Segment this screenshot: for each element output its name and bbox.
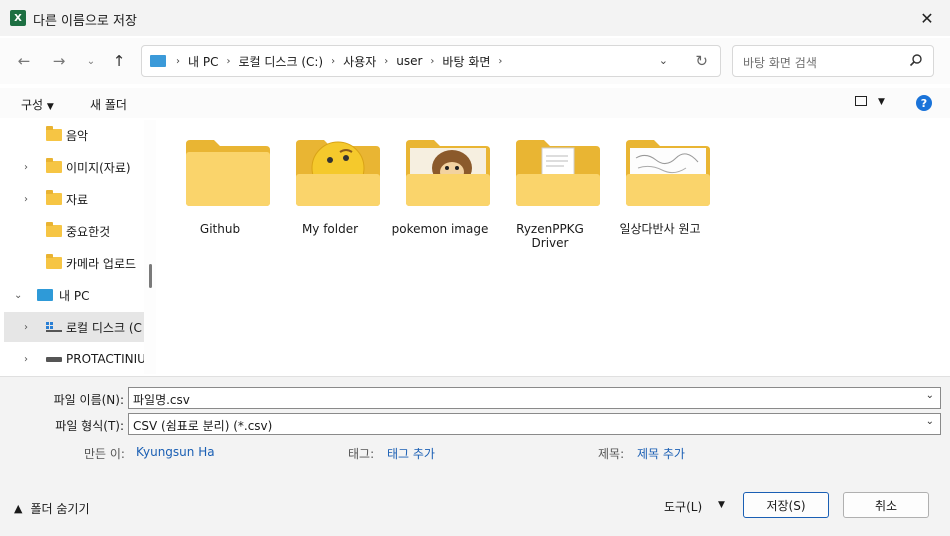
- sidebar-scroll-thumb[interactable]: [149, 264, 152, 288]
- folder-image-preview-icon: [406, 140, 490, 206]
- search-input[interactable]: 바탕 화면 검색: [732, 45, 934, 77]
- windows-drive-icon: [46, 322, 62, 332]
- arrow-left-icon: ←: [17, 52, 31, 70]
- tools-button[interactable]: 도구(L): [664, 498, 702, 515]
- filetype-label: 파일 형식(T):: [55, 419, 124, 433]
- folder-icon: [46, 222, 62, 237]
- folder-icon: [46, 158, 62, 173]
- view-mode-icon[interactable]: [855, 96, 867, 106]
- chevron-right-icon[interactable]: ›: [24, 322, 28, 333]
- address-dropdown-icon[interactable]: ⌄: [659, 54, 668, 67]
- sidebar-item-drive[interactable]: › PROTACTINIUI: [4, 344, 144, 374]
- sidebar-item-materials[interactable]: › 자료: [4, 184, 144, 214]
- command-toolbar: [0, 88, 950, 118]
- arrow-right-icon: →: [52, 52, 66, 70]
- folder-item-pokemon-image[interactable]: pokemon image: [390, 138, 490, 268]
- chevron-down-icon[interactable]: ⌄: [926, 416, 934, 427]
- organize-button[interactable]: 구성 ▼: [21, 96, 54, 113]
- refresh-icon[interactable]: ↻: [695, 52, 708, 70]
- drive-icon: [46, 357, 62, 362]
- save-button[interactable]: 저장(S): [743, 492, 829, 518]
- title-bar: X 다른 이름으로 저장 ✕: [0, 0, 950, 36]
- folder-item-daily-draft[interactable]: 일상다반사 원고: [610, 138, 710, 268]
- view-dropdown-icon[interactable]: ▼: [878, 97, 885, 107]
- address-bar[interactable]: › 내 PC › 로컬 디스크 (C:) › 사용자 › user › 바탕 화면 › ⌄…: [141, 45, 721, 77]
- breadcrumb-item[interactable]: 로컬 디스크 (C:) ›: [238, 53, 343, 70]
- window-title: 다른 이름으로 저장: [33, 14, 137, 29]
- chevron-down-icon: ⌄: [86, 55, 96, 67]
- back-button[interactable]: ←: [13, 50, 35, 72]
- folder-icon: [186, 140, 270, 206]
- folder-emoji-preview-icon: [296, 140, 380, 206]
- title-label: 제목:: [598, 447, 625, 461]
- breadcrumb-item[interactable]: 사용자 ›: [343, 53, 396, 70]
- chevron-down-icon[interactable]: ⌄: [926, 390, 934, 401]
- sidebar-item-music[interactable]: 음악: [4, 120, 144, 150]
- tags-input[interactable]: 태그 추가: [387, 445, 435, 462]
- chevron-right-icon[interactable]: ›: [24, 354, 28, 365]
- search-icon: [909, 54, 922, 67]
- chevron-up-icon: ▲: [14, 502, 23, 515]
- close-icon: ✕: [920, 8, 934, 28]
- folder-icon: [46, 126, 62, 141]
- filetype-select[interactable]: CSV (쉼표로 분리) (*.csv) ⌄: [128, 413, 941, 435]
- folder-item-my-folder[interactable]: My folder: [280, 138, 380, 268]
- hide-folders-button[interactable]: ▲ 폴더 숨기기: [14, 500, 89, 517]
- forward-button[interactable]: →: [48, 50, 70, 72]
- breadcrumb-item[interactable]: 내 PC ›: [188, 53, 238, 70]
- folder-icon: [46, 254, 62, 269]
- folder-sketch-preview-icon: [626, 140, 710, 206]
- breadcrumb-separator[interactable]: ›: [176, 56, 188, 67]
- filename-label: 파일 이름(N):: [53, 393, 124, 407]
- folder-item-ryzenppkg-driver[interactable]: RyzenPPKG Driver: [500, 138, 600, 268]
- sidebar-scrollbar[interactable]: [144, 120, 156, 374]
- folder-document-preview-icon: [516, 140, 600, 206]
- new-folder-button[interactable]: 새 폴더: [90, 96, 127, 113]
- close-button[interactable]: ✕: [912, 5, 942, 31]
- sidebar-item-important[interactable]: 중요한것: [4, 216, 144, 246]
- sidebar-item-images[interactable]: › 이미지(자료): [4, 152, 144, 182]
- arrow-up-icon: ↑: [112, 52, 126, 70]
- chevron-right-icon[interactable]: ›: [24, 162, 28, 173]
- breadcrumb-item[interactable]: user ›: [396, 54, 442, 68]
- search-placeholder: 바탕 화면 검색: [743, 56, 817, 70]
- title-input[interactable]: 제목 추가: [637, 445, 685, 462]
- help-icon[interactable]: ?: [916, 95, 932, 111]
- sidebar-item-local-disk[interactable]: › 로컬 디스크 (C: [4, 312, 144, 342]
- caret-down-icon: ▼: [46, 102, 54, 112]
- cancel-button[interactable]: 취소: [843, 492, 929, 518]
- chevron-right-icon[interactable]: ›: [24, 194, 28, 205]
- author-value[interactable]: Kyungsun Ha: [136, 445, 215, 459]
- filename-input[interactable]: 파일명.csv ⌄: [128, 387, 941, 409]
- sidebar-item-this-pc[interactable]: ⌄ 내 PC: [4, 280, 144, 310]
- navigation-pane[interactable]: 음악 › 이미지(자료) › 자료 중요한것 카메라 업로드 ⌄ 내 PC › …: [4, 120, 144, 374]
- sidebar-item-camera-upload[interactable]: 카메라 업로드: [4, 248, 144, 278]
- up-button[interactable]: ↑: [108, 50, 130, 72]
- author-label: 만든 이:: [84, 447, 125, 461]
- tags-label: 태그:: [348, 447, 375, 461]
- chevron-down-icon[interactable]: ⌄: [14, 290, 22, 301]
- pc-icon: [37, 289, 53, 301]
- breadcrumb-item[interactable]: 바탕 화면 ›: [442, 53, 510, 70]
- excel-app-icon: X: [10, 10, 26, 26]
- caret-down-icon[interactable]: ▼: [718, 500, 725, 510]
- folder-icon: [46, 190, 62, 205]
- pc-icon: [150, 55, 166, 67]
- folder-item-github[interactable]: Github: [170, 138, 270, 268]
- recent-locations-button[interactable]: ⌄: [80, 50, 102, 72]
- file-list-pane[interactable]: Github My folder pokemon image RyzenPPKG…: [160, 120, 950, 374]
